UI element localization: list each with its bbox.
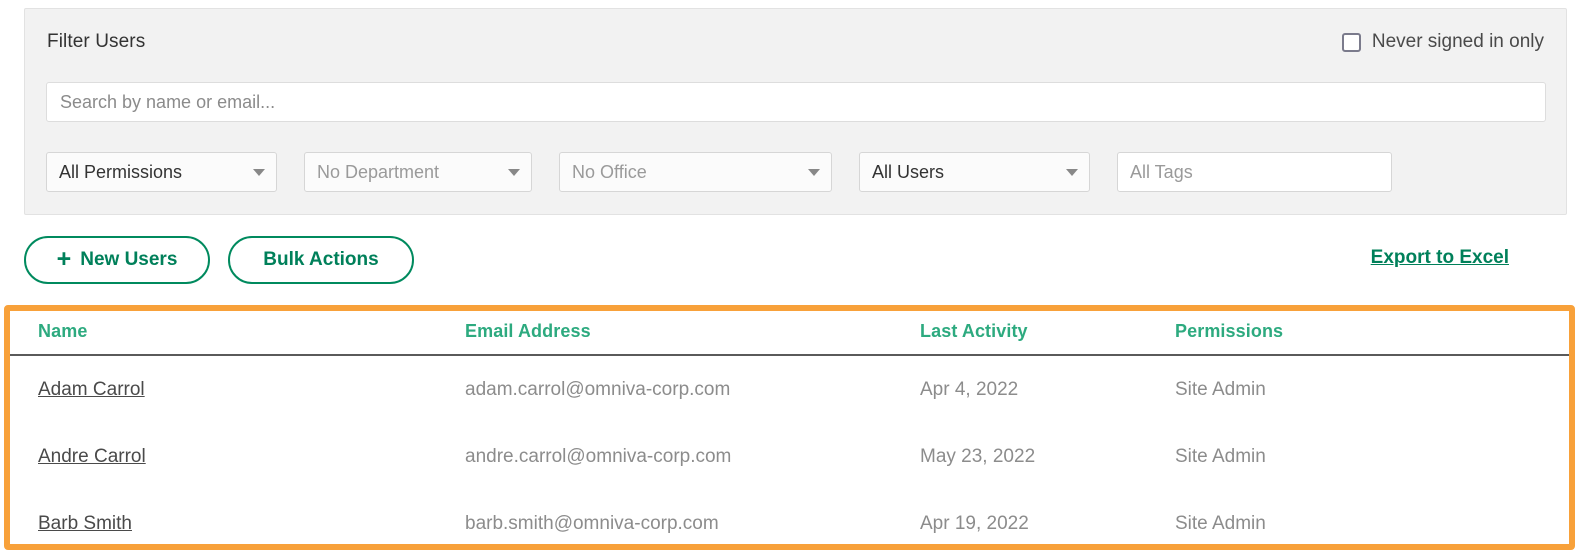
checkbox-unchecked-icon[interactable]: [1341, 32, 1361, 52]
search-input-placeholder: Search by name or email...: [60, 91, 276, 112]
permissions-select-value: All Permissions: [59, 161, 183, 182]
filter-controls-row: All Permissions No Department No Office …: [46, 152, 1392, 192]
cell-permissions: Site Admin: [1175, 513, 1266, 534]
filter-users-panel: Filter Users Never signed in only Search…: [24, 8, 1567, 215]
department-select-value: No Department: [317, 161, 440, 182]
table-row: Andre Carrol andre.carrol@omniva-corp.co…: [10, 423, 1569, 490]
new-users-button[interactable]: + New Users: [24, 236, 210, 284]
column-header-permissions[interactable]: Permissions: [1175, 311, 1569, 356]
tags-input[interactable]: All Tags: [1117, 152, 1392, 192]
user-name-link[interactable]: Barb Smith: [38, 513, 132, 534]
office-select-value: No Office: [572, 161, 647, 182]
permissions-select[interactable]: All Permissions: [46, 152, 277, 192]
cell-name: Adam Carrol: [10, 355, 465, 423]
users-select-value: All Users: [872, 161, 945, 182]
cell-last-activity: Apr 4, 2022: [920, 379, 1019, 400]
column-header-name[interactable]: Name: [10, 311, 465, 356]
table-row: Barb Smith barb.smith@omniva-corp.com Ap…: [10, 490, 1569, 544]
department-select[interactable]: No Department: [304, 152, 532, 192]
user-name-link[interactable]: Adam Carrol: [38, 379, 145, 400]
cell-permissions: Site Admin: [1175, 446, 1266, 467]
users-table-highlight: Name Email Address Last Activity Permiss…: [4, 305, 1575, 550]
filter-panel-title: Filter Users: [47, 31, 146, 52]
actions-row: + New Users Bulk Actions Export to Excel: [24, 236, 1567, 284]
tags-input-placeholder: All Tags: [1130, 161, 1193, 182]
search-input[interactable]: Search by name or email...: [46, 82, 1546, 122]
bulk-actions-button-label: Bulk Actions: [263, 249, 379, 270]
cell-email: barb.smith@omniva-corp.com: [465, 513, 719, 534]
cell-last-activity: Apr 19, 2022: [920, 513, 1029, 534]
user-name-link[interactable]: Andre Carrol: [38, 446, 146, 467]
column-header-email[interactable]: Email Address: [465, 311, 920, 356]
plus-icon: +: [56, 244, 72, 273]
cell-email: adam.carrol@omniva-corp.com: [465, 379, 731, 400]
table-row: Adam Carrol adam.carrol@omniva-corp.com …: [10, 355, 1569, 423]
users-select[interactable]: All Users: [859, 152, 1090, 192]
chevron-down-icon[interactable]: [1066, 168, 1078, 176]
chevron-down-icon[interactable]: [253, 168, 265, 176]
new-users-button-label: New Users: [80, 249, 178, 270]
never-signed-in-only-label: Never signed in only: [1371, 31, 1544, 52]
office-select[interactable]: No Office: [559, 152, 832, 192]
column-header-last-activity[interactable]: Last Activity: [920, 311, 1175, 356]
users-table-head: Name Email Address Last Activity Permiss…: [10, 311, 1569, 356]
cell-last-activity: May 23, 2022: [920, 446, 1036, 467]
cell-name: Barb Smith: [10, 490, 465, 544]
never-signed-in-only-checkbox[interactable]: Never signed in only: [1341, 31, 1544, 53]
users-management-page: Filter Users Never signed in only Search…: [0, 0, 1591, 555]
chevron-down-icon[interactable]: [808, 168, 820, 176]
cell-email: andre.carrol@omniva-corp.com: [465, 446, 732, 467]
users-table-body: Adam Carrol adam.carrol@omniva-corp.com …: [10, 355, 1569, 544]
users-table: Name Email Address Last Activity Permiss…: [10, 311, 1569, 544]
chevron-down-icon[interactable]: [508, 168, 520, 176]
cell-name: Andre Carrol: [10, 423, 465, 490]
table-header-row: Name Email Address Last Activity Permiss…: [10, 311, 1569, 356]
bulk-actions-button[interactable]: Bulk Actions: [228, 236, 414, 284]
export-to-excel-link[interactable]: Export to Excel: [1371, 247, 1509, 269]
cell-permissions: Site Admin: [1175, 379, 1266, 400]
